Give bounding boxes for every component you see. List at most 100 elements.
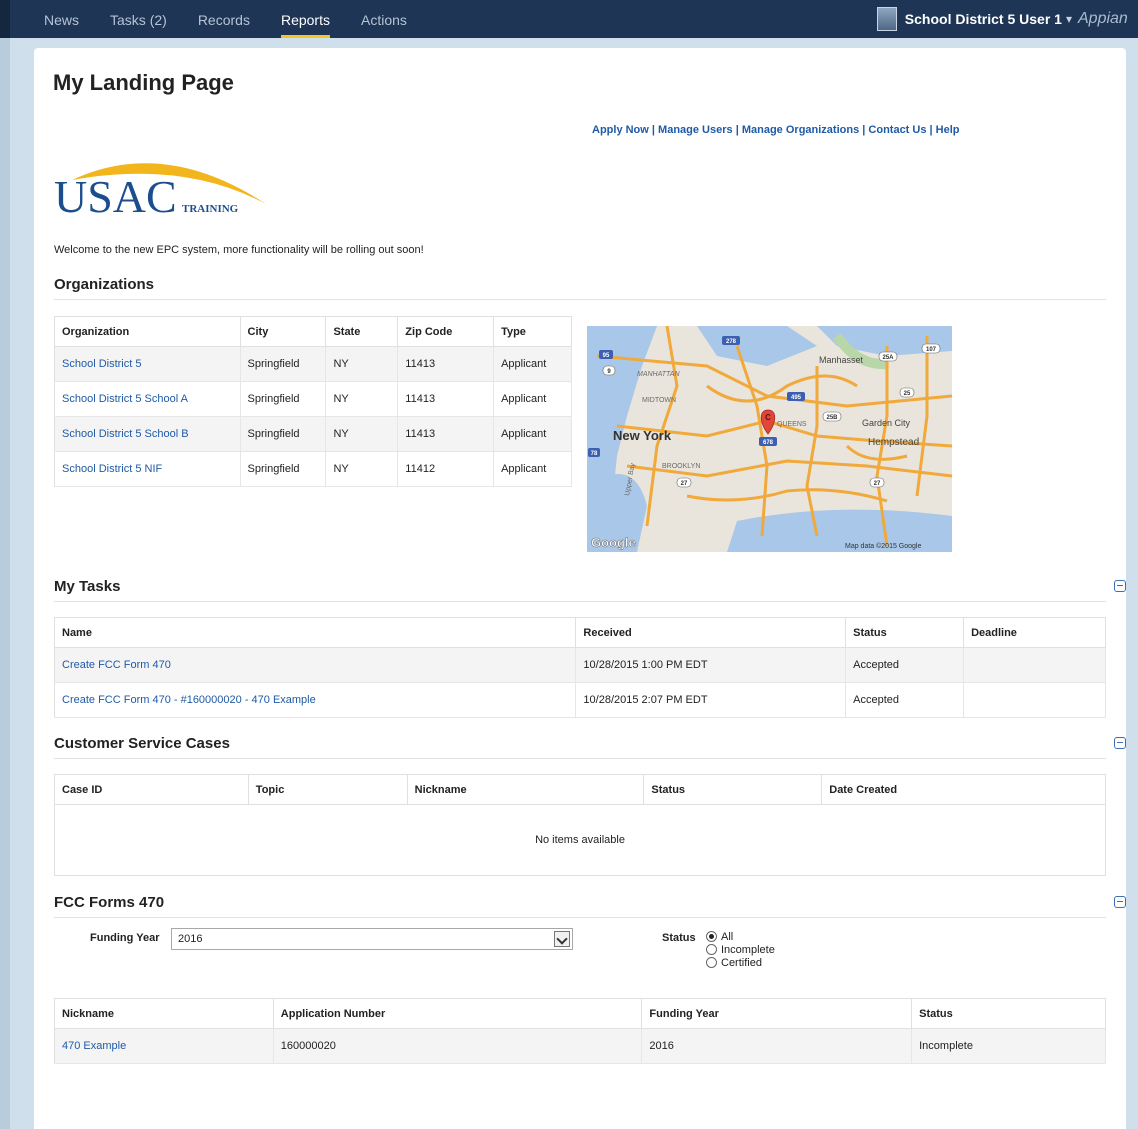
map-shield: 27 xyxy=(874,481,881,487)
cases-table: Case ID Topic Nickname Status Date Creat… xyxy=(54,774,1106,805)
user-name[interactable]: School District 5 User 1 xyxy=(905,11,1062,27)
table-cell: Applicant xyxy=(493,451,572,487)
column-header[interactable]: City xyxy=(240,316,327,347)
map-label-new-york: New York xyxy=(613,428,672,443)
radio-label: All xyxy=(721,930,734,943)
cases-title: Customer Service Cases xyxy=(54,735,230,752)
contact-us-link[interactable]: Contact Us xyxy=(868,124,926,136)
radio-label: Certified xyxy=(721,956,762,969)
avatar[interactable] xyxy=(876,7,897,31)
column-header[interactable]: Received xyxy=(575,617,847,648)
status-radio-certified[interactable]: Certified xyxy=(706,956,775,969)
table-cell: Springfield xyxy=(240,381,327,417)
column-header[interactable]: State xyxy=(325,316,399,347)
radio-button[interactable] xyxy=(706,957,717,968)
map-label-hempstead: Hempstead xyxy=(868,437,919,448)
nav-tab-records[interactable]: Records xyxy=(198,0,250,38)
map-shield: 95 xyxy=(603,353,610,359)
organization-link[interactable]: School District 5 NIF xyxy=(62,463,162,475)
radio-label: Incomplete xyxy=(721,943,775,956)
map-label-midtown: MIDTOWN xyxy=(642,397,676,404)
appian-logo: Appian xyxy=(1078,10,1128,27)
google-logo: Google xyxy=(591,535,636,550)
nav-tab-reports[interactable]: Reports xyxy=(280,0,330,38)
column-header[interactable]: Organization xyxy=(54,316,241,347)
organizations-map[interactable]: MANHATTAN MIDTOWN New York BROOKLYN QUEE… xyxy=(587,326,952,552)
link-separator: | xyxy=(926,124,936,136)
column-header[interactable]: Nickname xyxy=(54,998,274,1029)
table-cell xyxy=(963,682,1106,718)
radio-button[interactable] xyxy=(706,931,717,942)
manage-users-link[interactable]: Manage Users xyxy=(658,124,733,136)
chevron-down-icon[interactable]: ▾ xyxy=(1066,12,1072,26)
task-link[interactable]: Create FCC Form 470 xyxy=(62,659,171,671)
table-row: School District 5 Springfield NY 11413 A… xyxy=(54,346,572,382)
nav-tab-tasks[interactable]: Tasks (2) xyxy=(110,0,167,38)
organization-link[interactable]: School District 5 xyxy=(62,358,141,370)
table-row: Create FCC Form 470 - #160000020 - 470 E… xyxy=(54,682,1106,718)
form-nickname-link[interactable]: 470 Example xyxy=(62,1040,126,1052)
table-cell: Applicant xyxy=(493,381,572,417)
column-header[interactable]: Funding Year xyxy=(641,998,913,1029)
column-header[interactable]: Nickname xyxy=(407,774,645,805)
table-cell: 10/28/2015 2:07 PM EDT xyxy=(575,682,847,718)
map-shield: 25A xyxy=(882,355,894,361)
table-cell: Applicant xyxy=(493,346,572,382)
column-header[interactable]: Name xyxy=(54,617,577,648)
tasks-title: My Tasks xyxy=(54,578,121,595)
logo-subtext: TRAINING xyxy=(182,203,239,215)
table-header-row: Organization City State Zip Code Type xyxy=(54,316,572,347)
column-header[interactable]: Topic xyxy=(248,774,408,805)
nav-tab-actions[interactable]: Actions xyxy=(361,0,407,38)
column-header[interactable]: Zip Code xyxy=(397,316,495,347)
funding-year-select[interactable]: 2016 xyxy=(171,928,573,950)
table-header-row: Nickname Application Number Funding Year… xyxy=(54,998,1106,1029)
column-header[interactable]: Type xyxy=(493,316,572,347)
radio-button[interactable] xyxy=(706,944,717,955)
main-panel: My Landing Page Apply Now | Manage Users… xyxy=(34,48,1126,1129)
table-cell: Springfield xyxy=(240,346,327,382)
collapse-icon[interactable] xyxy=(1114,580,1126,592)
organization-link[interactable]: School District 5 School B xyxy=(62,428,189,440)
map-shield: 107 xyxy=(926,347,937,353)
table-header-row: Case ID Topic Nickname Status Date Creat… xyxy=(54,774,1106,805)
map-marker-label: C xyxy=(765,413,771,422)
map-shield: 495 xyxy=(791,395,802,401)
table-header-row: Name Received Status Deadline xyxy=(54,617,1106,648)
status-radio-group: All Incomplete Certified xyxy=(706,930,775,969)
column-header[interactable]: Status xyxy=(845,617,965,648)
organizations-table: Organization City State Zip Code Type Sc… xyxy=(54,316,572,487)
status-radio-all[interactable]: All xyxy=(706,930,775,943)
table-row: Create FCC Form 470 10/28/2015 1:00 PM E… xyxy=(54,647,1106,683)
map-shield: 27 xyxy=(681,481,688,487)
column-header[interactable]: Case ID xyxy=(54,774,249,805)
organization-link[interactable]: School District 5 School A xyxy=(62,393,188,405)
column-header[interactable]: Application Number xyxy=(273,998,643,1029)
welcome-message: Welcome to the new EPC system, more func… xyxy=(54,244,424,256)
task-link[interactable]: Create FCC Form 470 - #160000020 - 470 E… xyxy=(62,694,316,706)
link-separator: | xyxy=(648,124,659,136)
table-cell: Accepted xyxy=(845,647,965,683)
table-cell: 11412 xyxy=(397,451,495,487)
collapse-icon[interactable] xyxy=(1114,896,1126,908)
manage-organizations-link[interactable]: Manage Organizations xyxy=(742,124,859,136)
user-menu[interactable]: School District 5 User 1 ▾ Appian xyxy=(876,0,1138,38)
organizations-section-header: Organizations xyxy=(54,276,1106,300)
table-cell: NY xyxy=(325,346,399,382)
apply-now-link[interactable]: Apply Now xyxy=(592,124,649,136)
nav-tab-news[interactable]: News xyxy=(44,0,79,38)
chevron-down-icon[interactable] xyxy=(554,931,570,947)
quick-links: Apply Now | Manage Users | Manage Organi… xyxy=(592,124,960,136)
table-cell: 2016 xyxy=(641,1028,913,1064)
funding-year-value: 2016 xyxy=(178,933,203,945)
column-header[interactable]: Deadline xyxy=(963,617,1106,648)
column-header[interactable]: Status xyxy=(643,774,823,805)
map-label-garden-city: Garden City xyxy=(862,418,911,428)
page-background-edge xyxy=(0,38,10,1129)
column-header[interactable]: Date Created xyxy=(821,774,1106,805)
collapse-icon[interactable] xyxy=(1114,737,1126,749)
forms470-table: Nickname Application Number Funding Year… xyxy=(54,998,1106,1064)
column-header[interactable]: Status xyxy=(911,998,1106,1029)
help-link[interactable]: Help xyxy=(936,124,960,136)
status-radio-incomplete[interactable]: Incomplete xyxy=(706,943,775,956)
